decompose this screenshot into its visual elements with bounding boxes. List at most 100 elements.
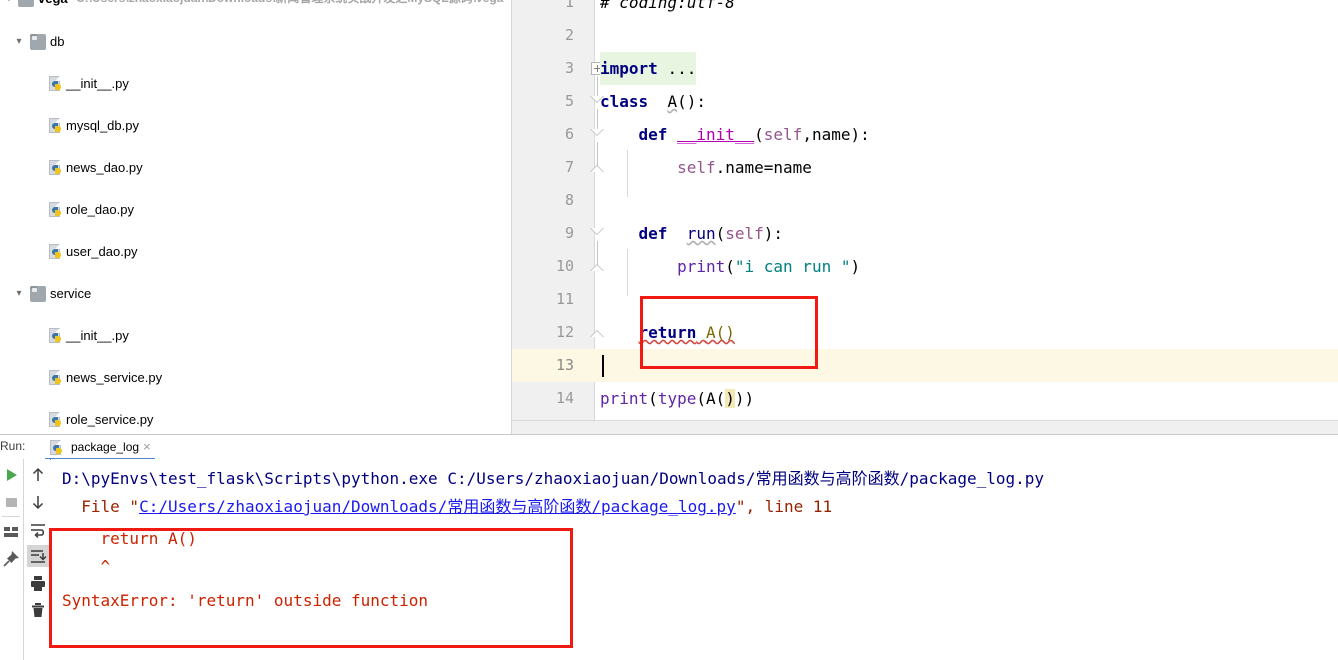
tree-item-label: db <box>50 34 65 49</box>
python-file-icon <box>48 328 64 344</box>
python-file-icon <box>48 202 64 218</box>
line-number: 8 <box>564 191 574 209</box>
pin-tab-button[interactable] <box>0 548 22 570</box>
code-line-2[interactable]: 2 <box>512 19 1338 52</box>
tree-item-label: user_dao.py <box>66 244 138 259</box>
console-output[interactable]: D:\pyEnvs\test_flask\Scripts\python.exe … <box>51 459 1338 660</box>
console-error-message: SyntaxError: 'return' outside function <box>62 591 429 610</box>
line-number: 10 <box>555 257 574 275</box>
console-file-line[interactable]: File "C:/Users/zhaoxiaojuan/Downloads/常用… <box>62 495 832 519</box>
line-number: 6 <box>564 125 574 143</box>
python-file-icon <box>48 160 64 176</box>
scroll-to-end-button[interactable] <box>27 545 49 567</box>
folder-icon <box>30 34 46 50</box>
line-number: 12 <box>555 323 574 341</box>
module-icon <box>18 0 34 7</box>
tree-item-label: __init__.py <box>66 328 129 343</box>
code-line-8[interactable]: 8 <box>512 184 1338 217</box>
tree-item-service[interactable]: ▾ service <box>0 283 512 304</box>
tree-item-db[interactable]: ▾ db <box>0 31 512 52</box>
code-line-1[interactable]: 1 # coding:utf-8 <box>512 0 1338 19</box>
toolbar-separator <box>2 516 20 517</box>
folder-icon <box>30 286 46 302</box>
tree-root-path: C:\Users\zhaoxiaojuan\Downloads\新闻管理系统实战… <box>76 0 503 9</box>
run-toolbar-secondary <box>23 459 50 660</box>
code-line-12[interactable]: 12 return A() <box>512 316 1338 349</box>
chevron-down-icon[interactable]: ▾ <box>12 283 26 304</box>
console-file-link[interactable]: C:/Users/zhaoxiaojuan/Downloads/常用函数与高阶函… <box>139 497 736 516</box>
python-file-icon <box>48 118 64 134</box>
top-region: ▾ vega C:\Users\zhaoxiaojuan\Downloads\新… <box>0 0 1338 434</box>
console-command-line: D:\pyEnvs\test_flask\Scripts\python.exe … <box>62 469 1045 488</box>
chevron-down-icon[interactable]: ▾ <box>12 31 26 52</box>
tab-label: package_log <box>71 440 140 454</box>
code-editor[interactable]: 1 # coding:utf-8 2 3 import ... 5 class … <box>512 0 1338 434</box>
code-line-13[interactable]: 13 <box>512 349 1338 382</box>
close-icon[interactable]: × <box>143 439 151 454</box>
tree-item-db-init[interactable]: __init__.py <box>0 73 512 94</box>
line-number: 14 <box>555 389 574 407</box>
line-text: # coding:utf-8 <box>600 0 735 12</box>
tree-item-mysql-db[interactable]: mysql_db.py <box>0 115 512 136</box>
stop-icon <box>6 498 17 507</box>
scroll-to-end-icon <box>31 550 47 563</box>
tree-root-label: vega <box>38 0 68 9</box>
pin-icon <box>3 551 19 567</box>
tree-item-role-service[interactable]: role_service.py <box>0 409 512 430</box>
tree-item-news-service[interactable]: news_service.py <box>0 367 512 388</box>
text-caret <box>602 355 604 377</box>
code-line-5[interactable]: 5 class A(): <box>512 85 1338 118</box>
code-line-3[interactable]: 3 import ... <box>512 52 1338 85</box>
python-icon <box>49 440 63 455</box>
code-line-7[interactable]: 7 self.name=name <box>512 151 1338 184</box>
tree-item-label: __init__.py <box>66 76 129 91</box>
console-file-suffix: ", line 11 <box>735 497 833 516</box>
code-line-10[interactable]: 10 print("i can run ") <box>512 250 1338 283</box>
stop-button[interactable] <box>0 491 22 513</box>
pycharm-window: ▾ vega C:\Users\zhaoxiaojuan\Downloads\新… <box>0 0 1338 660</box>
code-line-6[interactable]: 6 def __init__(self,name): <box>512 118 1338 151</box>
line-number: 11 <box>555 290 574 308</box>
line-number: 2 <box>564 26 574 44</box>
line-number: 1 <box>564 0 574 11</box>
python-file-icon <box>48 76 64 92</box>
rerun-button[interactable] <box>0 464 22 486</box>
line-number: 3 <box>564 59 574 77</box>
tree-item-label: role_service.py <box>66 412 154 427</box>
line-number: 9 <box>564 224 574 242</box>
project-tree[interactable]: ▾ vega C:\Users\zhaoxiaojuan\Downloads\新… <box>0 0 512 434</box>
restore-layout-button[interactable] <box>0 521 22 543</box>
up-the-stack-trace-button[interactable] <box>27 464 49 486</box>
code-line-11[interactable]: 11 <box>512 283 1338 316</box>
run-tab-bar: Run: package_log × <box>0 434 1338 460</box>
tree-item-role-dao[interactable]: role_dao.py <box>0 199 512 220</box>
tree-item-label: mysql_db.py <box>66 118 139 133</box>
tree-row-root[interactable]: ▾ vega C:\Users\zhaoxiaojuan\Downloads\新… <box>0 0 512 9</box>
tree-item-news-dao[interactable]: news_dao.py <box>0 157 512 178</box>
editor-footer <box>512 420 1338 434</box>
tree-item-user-dao[interactable]: user_dao.py <box>0 241 512 262</box>
arrow-down-icon <box>32 496 44 510</box>
python-file-icon <box>48 412 64 428</box>
line-number: 7 <box>564 158 574 176</box>
code-line-9[interactable]: 9 def run(self): <box>512 217 1338 250</box>
console-file-prefix: File " <box>62 497 140 516</box>
tree-item-service-init[interactable]: __init__.py <box>0 325 512 346</box>
line-number: 5 <box>564 92 574 110</box>
code-line-14[interactable]: 14 print(type(A())) <box>512 382 1338 415</box>
trash-icon <box>32 603 44 617</box>
console-error-caret: ^ <box>62 557 111 576</box>
python-file-icon <box>48 244 64 260</box>
chevron-down-icon[interactable]: ▾ <box>2 0 16 9</box>
python-file-icon <box>48 370 64 386</box>
layout-icon <box>4 527 18 537</box>
tree-item-label: service <box>50 286 92 301</box>
tree-item-label: news_dao.py <box>66 160 143 175</box>
tab-package-log[interactable]: package_log × <box>45 436 151 459</box>
down-the-stack-trace-button[interactable] <box>27 491 49 513</box>
arrow-up-icon <box>32 467 44 481</box>
soft-wrap-button[interactable] <box>27 518 49 540</box>
clear-all-button[interactable] <box>27 599 49 621</box>
print-button[interactable] <box>27 572 49 594</box>
console-error-code: return A() <box>62 529 197 548</box>
